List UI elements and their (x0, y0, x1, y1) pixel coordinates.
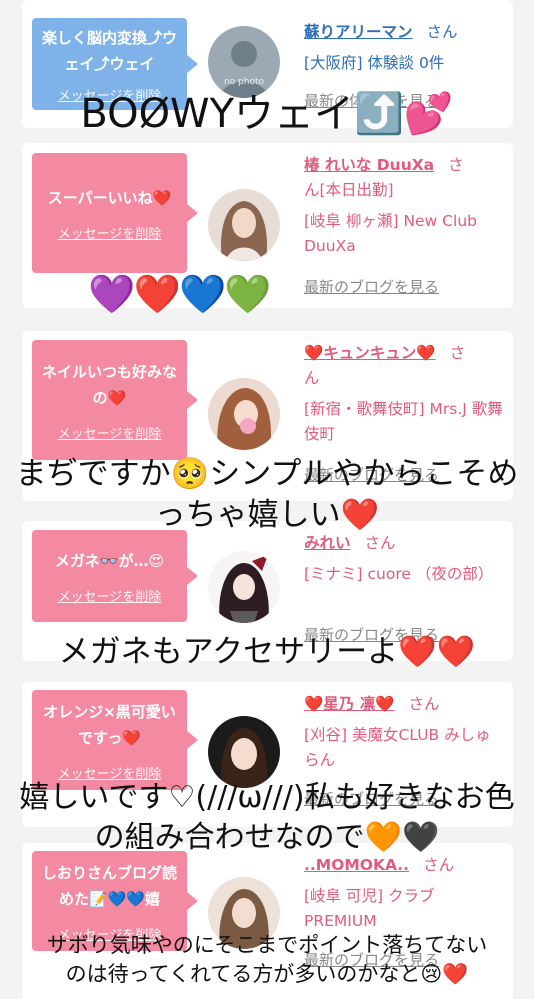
delete-message-link[interactable]: メッセージを削除 (58, 423, 162, 442)
overlay-caption: 嬉しいです♡(///ω///)私も好きなお色 (19, 780, 515, 815)
message-text: 楽しく脳内変換⤴︎ウェイ⤴︎ウェイ (41, 28, 177, 73)
message-text: スーパーいいね❤️ (47, 188, 172, 207)
overlay-caption: BOØWYウェイ⤴️💕 (80, 91, 454, 137)
honorific-cont: ん (304, 369, 320, 387)
user-area: [ミナミ] cuore （夜の部） (304, 565, 494, 583)
message-bubble: オレンジ×黒可愛いですっ❤️ メッセージを削除 (32, 690, 198, 790)
delete-message-link[interactable]: メッセージを削除 (58, 223, 162, 242)
overlay-caption: メガネもアクセサリーよ❤️❤️ (58, 634, 476, 670)
overlay-caption: っちゃ嬉しい❤️ (154, 497, 380, 533)
overlay-caption: サボり気味やのにそこまでポイント落ちてない (46, 933, 488, 957)
user-area: [大阪府] 体験談 0件 (304, 54, 445, 72)
user-status: ん[本日出勤] (304, 181, 394, 199)
profile-photo-icon (208, 189, 280, 261)
user-name-link[interactable]: 蘇りアリーマン (304, 23, 413, 41)
message-text: しおりさんブログ読めた📝💙💙嬉 (41, 863, 177, 908)
avatar[interactable] (208, 551, 280, 623)
overlay-caption: の組み合わせなので🧡🖤 (94, 820, 440, 855)
message-bubble: スーパーいいね❤️ メッセージを削除 (32, 153, 198, 273)
honorific: さん (426, 23, 458, 41)
message-text: ネイルいつも好みなの❤️ (41, 362, 177, 407)
user-area: [新宿・歌舞伎町] Mrs.J 歌舞伎町 (304, 400, 503, 443)
user-name-link[interactable]: 椿 れいな DuuXa (304, 156, 434, 174)
user-area: [岐阜 柳ヶ瀬] New Club DuuXa (304, 212, 477, 255)
avatar[interactable] (208, 378, 280, 450)
user-area: [刈谷] 美魔女CLUB みしゅらん (304, 726, 491, 769)
delete-message-link[interactable]: メッセージを削除 (58, 586, 162, 605)
honorific: さ (449, 344, 466, 362)
honorific: さん (408, 695, 440, 713)
message-text: オレンジ×黒可愛いですっ❤️ (43, 702, 176, 747)
user-info: ❤️星乃 凛❤️ さん [刈谷] 美魔女CLUB みしゅらん (304, 692, 504, 773)
message-bubble: メガネ👓が…😍 メッセージを削除 (32, 530, 198, 622)
user-name-link[interactable]: ❤️キュンキュン❤️ (304, 344, 436, 362)
user-info: ..MOMOKA.. さん [岐阜 可児] クラブ PREMIUM (304, 853, 504, 934)
profile-photo-icon (208, 378, 280, 450)
user-info: みれい さん [ミナミ] cuore （夜の部） (304, 531, 504, 587)
avatar[interactable] (208, 189, 280, 261)
user-info: 椿 れいな DuuXa さ ん[本日出勤] [岐阜 柳ヶ瀬] New Club D… (304, 153, 504, 259)
honorific: さ (448, 156, 464, 174)
message-bubble: ネイルいつも好みなの❤️ メッセージを削除 (32, 340, 198, 460)
profile-illustration-icon (208, 551, 280, 623)
message-text: メガネ👓が…😍 (54, 551, 165, 570)
user-name-link[interactable]: ❤️星乃 凛❤️ (304, 695, 395, 713)
overlay-caption: まぢですか🥺シンプルやからこそめ (15, 456, 519, 492)
svg-text:no photo: no photo (224, 77, 265, 87)
user-area: [岐阜 可児] クラブ PREMIUM (304, 887, 435, 930)
user-info: 蘇りアリーマン さん [大阪府] 体験談 0件 (304, 20, 504, 76)
user-info: ❤️キュンキュン❤️ さ ん [新宿・歌舞伎町] Mrs.J 歌舞伎町 (304, 341, 504, 447)
overlay-caption: のは待ってくれてる方が多いのかなと😢❤️ (65, 962, 469, 986)
overlay-hearts: 💜❤️💙💚 (88, 272, 271, 316)
